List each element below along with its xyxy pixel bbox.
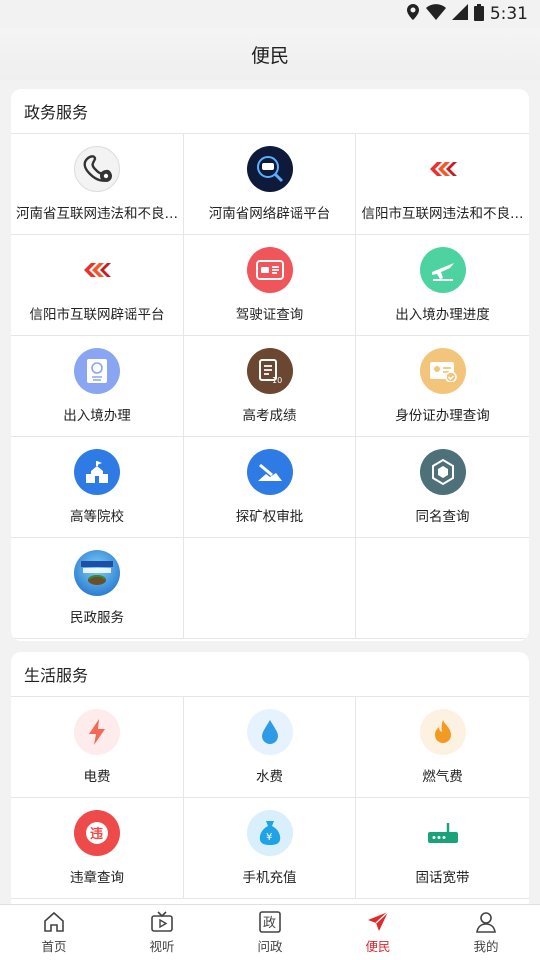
battery-icon (473, 3, 484, 25)
question-gov-icon: 政 (259, 911, 281, 933)
tab-label: 首页 (41, 939, 67, 954)
item-label: 手机充值 (242, 870, 297, 886)
red-arrows-icon (420, 146, 466, 192)
gov-item-same-name[interactable]: 同名查询 (356, 437, 529, 538)
item-label: 高考成绩 (242, 408, 297, 424)
phone-gear-icon (74, 146, 120, 192)
gov-item-id-card[interactable]: 身份证办理查询 (356, 336, 529, 437)
gov-item-xinyang-rumor[interactable]: 信阳市互联网辟谣平台 (11, 235, 184, 336)
item-label: 河南省互联网违法和不良… (16, 206, 178, 222)
tab-label: 便民 (365, 939, 391, 954)
school-icon (74, 449, 120, 495)
gov-item-driver-license[interactable]: 驾驶证查询 (184, 235, 356, 336)
id-card-icon (419, 348, 466, 394)
life-item-broadband[interactable]: 固话宽带 (356, 798, 529, 899)
life-services-card: 生活服务 电费 水费 燃气费 违 违章查询 ¥ 手机充值 固话宽带 (11, 652, 529, 912)
page-header: 便民 (0, 28, 540, 80)
tab-label: 问政 (257, 939, 283, 954)
gov-item-henan-rumor[interactable]: 河南省网络辟谣平台 (184, 134, 356, 235)
item-label: 出入境办理 (63, 408, 131, 424)
rumor-search-icon (246, 146, 293, 192)
svg-text:100: 100 (272, 376, 282, 384)
signal-icon (451, 4, 468, 24)
item-label: 水费 (256, 769, 283, 785)
status-time: 5:31 (489, 4, 528, 24)
item-label: 燃气费 (422, 769, 463, 785)
lightning-icon (74, 709, 120, 755)
life-item-violation[interactable]: 违 违章查询 (11, 798, 184, 899)
tab-label: 视听 (149, 939, 175, 954)
bottom-tab-bar: 首页 视听 政 问政 便民 我的 (0, 904, 540, 960)
item-label: 高等院校 (70, 509, 124, 525)
gov-services-title: 政务服务 (11, 89, 529, 134)
item-label: 同名查询 (415, 509, 470, 525)
driver-license-icon (246, 247, 293, 293)
gov-item-exit-entry-progress[interactable]: 出入境办理进度 (356, 235, 529, 336)
gov-item-civil-affairs[interactable]: 民政服务 (11, 538, 184, 639)
mining-icon (246, 449, 293, 495)
router-icon (420, 810, 466, 856)
flame-icon (419, 709, 466, 755)
life-item-electricity[interactable]: 电费 (11, 697, 184, 798)
life-services-title: 生活服务 (11, 652, 529, 697)
violation-icon: 违 (74, 810, 120, 856)
item-label: 驾驶证查询 (235, 307, 304, 323)
item-label: 信阳市互联网辟谣平台 (29, 307, 165, 323)
gov-item-henan-report[interactable]: 河南省互联网违法和不良… (11, 134, 184, 235)
paper-plane-icon (368, 911, 389, 931)
empty-cell (184, 538, 356, 639)
tv-icon (151, 911, 173, 932)
page-title: 便民 (250, 44, 289, 67)
empty-cell (356, 538, 529, 639)
svg-text:政: 政 (263, 916, 276, 931)
person-icon (476, 912, 496, 933)
gov-item-mining[interactable]: 探矿权审批 (184, 437, 356, 538)
gov-item-xinyang-report[interactable]: 信阳市互联网违法和不良… (356, 134, 529, 235)
hexagon-icon (419, 449, 466, 495)
gov-item-university[interactable]: 高等院校 (11, 437, 184, 538)
item-label: 信阳市互联网违法和不良… (361, 206, 524, 222)
item-label: 民政服务 (70, 610, 124, 626)
tab-label: 我的 (473, 939, 499, 954)
item-label: 探矿权审批 (235, 509, 304, 525)
life-item-water[interactable]: 水费 (184, 697, 356, 798)
exam-score-icon: 100 (246, 348, 293, 394)
life-item-phone-topup[interactable]: ¥ 手机充值 (184, 798, 356, 899)
item-label: 出入境办理进度 (395, 307, 490, 323)
location-icon (406, 4, 420, 24)
item-label: 固话宽带 (415, 870, 470, 886)
item-label: 电费 (83, 769, 111, 785)
gov-item-exit-entry[interactable]: 出入境办理 (11, 336, 184, 437)
airplane-icon (419, 247, 466, 293)
tab-convenience[interactable]: 便民 (324, 905, 432, 960)
item-label: 违章查询 (70, 870, 124, 886)
home-icon (44, 911, 64, 932)
gov-item-gaokao[interactable]: 100 高考成绩 (184, 336, 356, 437)
tab-politics[interactable]: 政 问政 (216, 905, 324, 960)
red-arrows-icon (74, 247, 120, 293)
tab-mine[interactable]: 我的 (432, 905, 540, 960)
svg-text:¥: ¥ (266, 832, 272, 843)
civil-affairs-icon (74, 550, 120, 596)
tab-home[interactable]: 首页 (0, 905, 108, 960)
item-label: 身份证办理查询 (395, 408, 490, 424)
gov-services-card: 政务服务 河南省互联网违法和不良… 河南省网络辟谣平台 信阳市互联网违法和不良…… (11, 89, 529, 641)
status-bar: 5:31 (0, 0, 540, 28)
passport-icon (74, 348, 120, 394)
wifi-icon (425, 4, 446, 24)
water-drop-icon (246, 709, 293, 755)
money-bag-icon: ¥ (246, 810, 293, 856)
svg-text:违: 违 (90, 826, 103, 842)
item-label: 河南省网络辟谣平台 (208, 206, 331, 222)
tab-video[interactable]: 视听 (108, 905, 216, 960)
life-item-gas[interactable]: 燃气费 (356, 697, 529, 798)
